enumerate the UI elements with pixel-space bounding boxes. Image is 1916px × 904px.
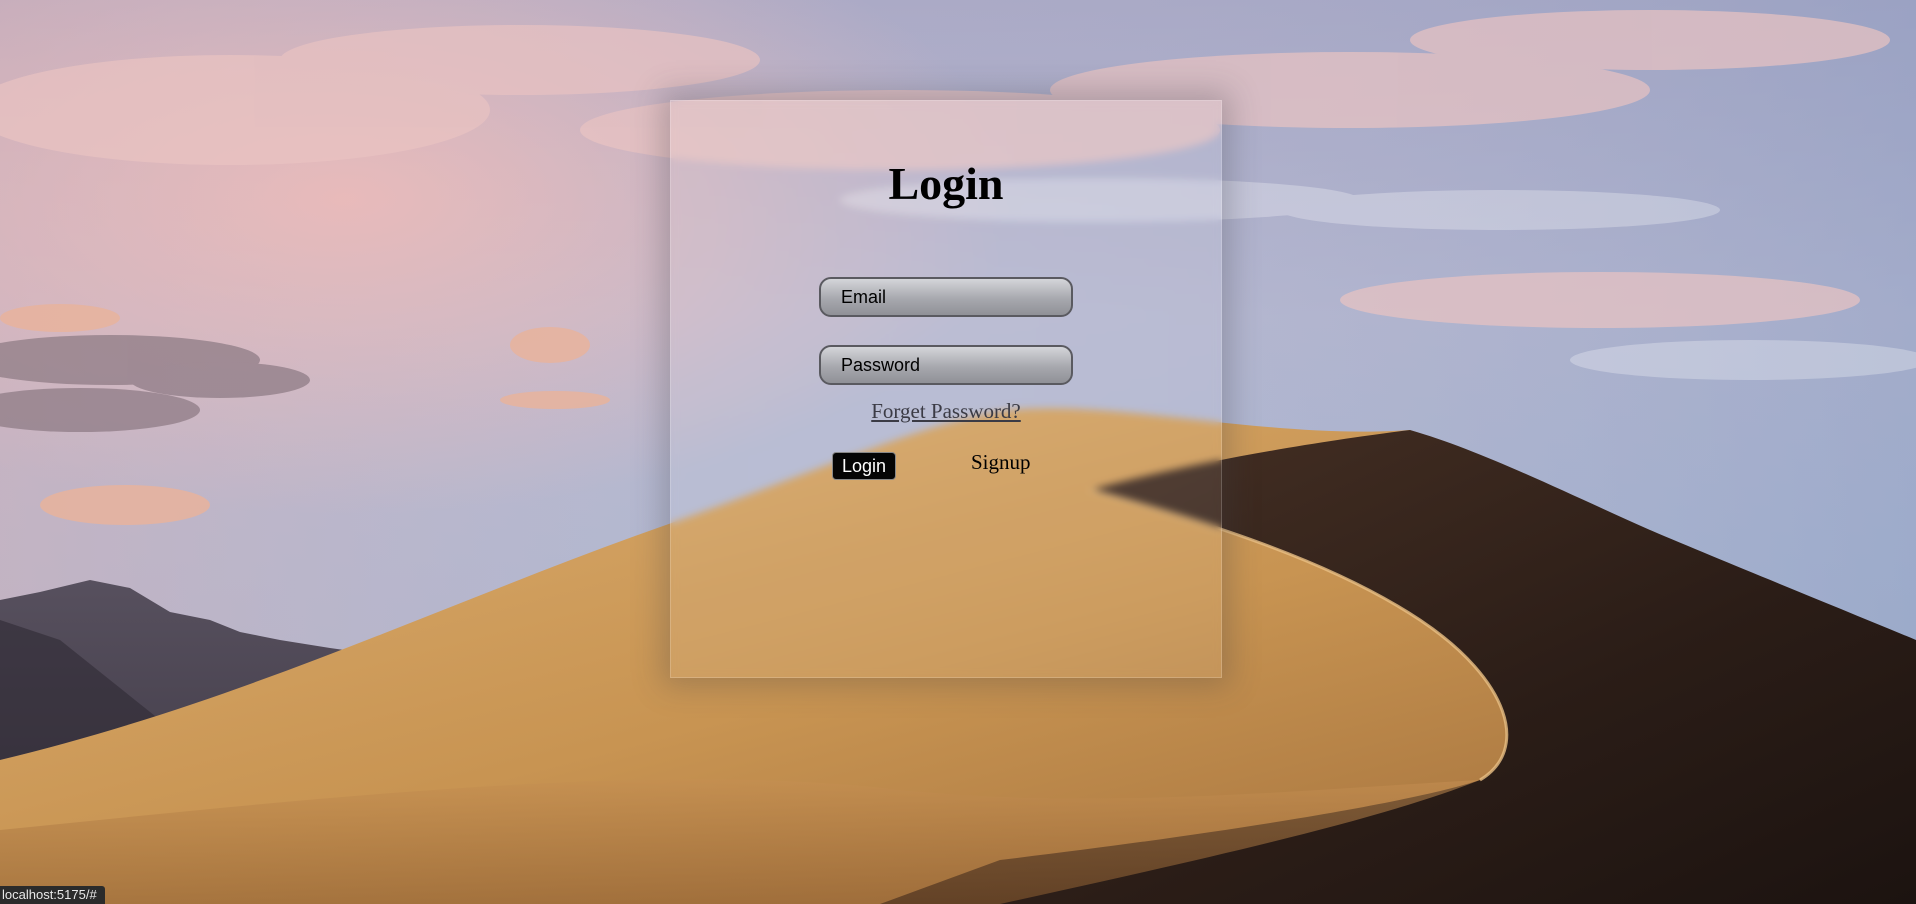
status-bar-url: localhost:5175/#: [0, 886, 105, 904]
login-title: Login: [888, 158, 1004, 209]
login-button[interactable]: Login: [832, 452, 896, 480]
forgot-password-link[interactable]: Forget Password?: [671, 399, 1221, 424]
email-input[interactable]: [819, 277, 1073, 317]
signup-button[interactable]: Signup: [971, 450, 1031, 475]
login-card: Login Forget Password? Login Signup: [670, 100, 1222, 678]
password-input[interactable]: [819, 345, 1073, 385]
